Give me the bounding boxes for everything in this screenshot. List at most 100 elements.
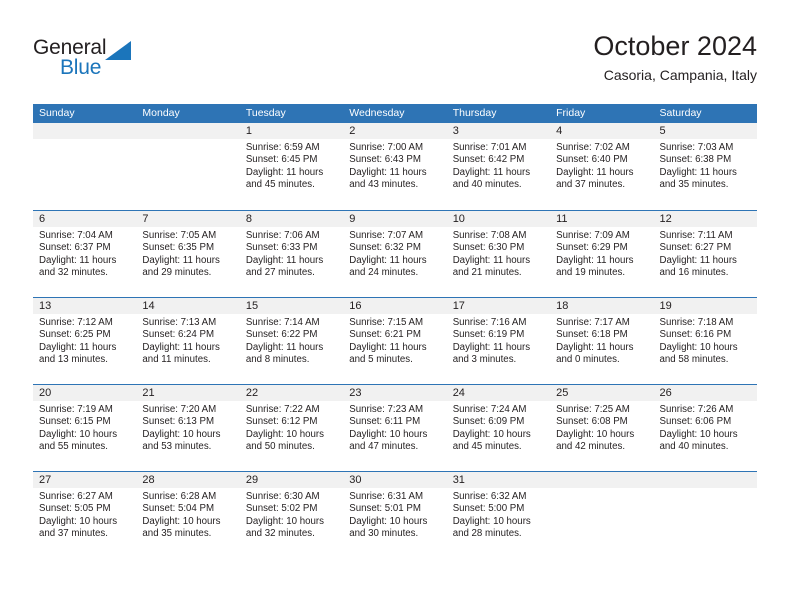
- daylight-text: Daylight: 11 hours and 40 minutes.: [452, 166, 531, 191]
- day-details: Sunrise: 6:32 AM Sunset: 5:00 PM Daylight:…: [447, 488, 550, 541]
- page-header: General Blue October 2024 Casoria, Campa…: [0, 0, 792, 100]
- daylight-text: Daylight: 10 hours and 53 minutes.: [142, 428, 221, 453]
- sunrise-text: Sunrise: 7:09 AM: [556, 230, 630, 241]
- sunset-text: Sunset: 6:30 PM: [452, 242, 525, 254]
- weekday-header-tuesday: Tuesday: [245, 107, 286, 119]
- daylight-text: Daylight: 10 hours and 32 minutes.: [245, 515, 324, 540]
- day-cell-5[interactable]: 5 Sunrise: 7:03 AM Sunset: 6:38 PM Daylight…: [653, 123, 757, 210]
- sunset-text: Sunset: 6:25 PM: [39, 329, 111, 341]
- day-cell-13[interactable]: 13 Sunrise: 7:12 AM Sunset: 6:25 PM Dayligh…: [33, 298, 137, 384]
- day-number: 3: [446, 123, 551, 139]
- day-number: 31: [446, 472, 551, 488]
- day-number: 5: [653, 123, 757, 139]
- day-number: 27: [33, 472, 137, 488]
- day-details: Sunrise: 7:07 AM Sunset: 6:32 PM Daylight:…: [343, 227, 446, 280]
- day-cell-9[interactable]: 9 Sunrise: 7:07 AM Sunset: 6:32 PM Daylight…: [343, 211, 447, 297]
- daylight-text: Daylight: 11 hours and 21 minutes.: [452, 254, 531, 279]
- day-cell-30[interactable]: 30 Sunrise: 6:31 AM Sunset: 5:01 PM Dayligh…: [343, 472, 447, 558]
- day-cell-28[interactable]: 28 Sunrise: 6:28 AM Sunset: 5:04 PM Dayligh…: [136, 472, 240, 558]
- weekday-header-friday: Friday: [556, 107, 586, 119]
- day-cell-16[interactable]: 16 Sunrise: 7:15 AM Sunset: 6:21 PM Dayligh…: [343, 298, 447, 384]
- sunset-text: Sunset: 6:21 PM: [349, 329, 421, 341]
- day-cell-23[interactable]: 23 Sunrise: 7:23 AM Sunset: 6:11 PM Dayligh…: [343, 385, 447, 471]
- sunset-text: Sunset: 6:18 PM: [556, 329, 628, 341]
- sunrise-text: Sunrise: 7:16 AM: [452, 317, 527, 328]
- day-cell-21[interactable]: 21 Sunrise: 7:20 AM Sunset: 6:13 PM Dayligh…: [136, 385, 240, 471]
- sunrise-text: Sunrise: 7:12 AM: [39, 317, 113, 328]
- day-cell-15[interactable]: 15 Sunrise: 7:14 AM Sunset: 6:22 PM Dayligh…: [239, 298, 344, 384]
- calendar-week-row: 27 Sunrise: 6:27 AM Sunset: 5:05 PM Dayligh…: [33, 471, 757, 558]
- calendar-week-row: 1 Sunrise: 6:59 AM Sunset: 6:45 PM Daylight…: [33, 123, 757, 210]
- sunset-text: Sunset: 6:22 PM: [245, 329, 318, 341]
- sunset-text: Sunset: 6:19 PM: [452, 329, 525, 341]
- sunrise-text: Sunrise: 7:19 AM: [39, 404, 113, 415]
- day-cell-1[interactable]: 1 Sunrise: 6:59 AM Sunset: 6:45 PM Daylight…: [239, 123, 344, 210]
- day-details: Sunrise: 7:04 AM Sunset: 6:37 PM Daylight:…: [33, 227, 136, 280]
- weekday-header-row: Sunday Monday Tuesday Wednesday Thursday Frid…: [33, 104, 757, 123]
- day-cell-31[interactable]: 31 Sunrise: 6:32 AM Sunset: 5:00 PM Dayligh…: [446, 472, 551, 558]
- day-cell-6[interactable]: 6 Sunrise: 7:04 AM Sunset: 6:37 PM Daylight…: [33, 211, 137, 297]
- day-details: Sunrise: 6:30 AM Sunset: 5:02 PM Daylight:…: [240, 488, 343, 541]
- weekday-header-thursday: Thursday: [452, 107, 497, 119]
- day-cell-18[interactable]: 18 Sunrise: 7:17 AM Sunset: 6:18 PM Dayligh…: [550, 298, 654, 384]
- sunrise-text: Sunrise: 7:22 AM: [245, 404, 320, 415]
- page-subtitle: Casoria, Campania, Italy: [603, 67, 757, 83]
- sunset-text: Sunset: 6:33 PM: [245, 242, 318, 254]
- sunrise-text: Sunrise: 7:07 AM: [349, 230, 424, 241]
- day-cell-17[interactable]: 17 Sunrise: 7:16 AM Sunset: 6:19 PM Dayligh…: [446, 298, 551, 384]
- day-number: 7: [136, 211, 240, 227]
- day-cell-3[interactable]: 3 Sunrise: 7:01 AM Sunset: 6:42 PM Daylight…: [446, 123, 551, 210]
- sunrise-text: Sunrise: 7:11 AM: [659, 230, 733, 241]
- sunrise-text: Sunrise: 7:06 AM: [245, 230, 320, 241]
- sunset-text: Sunset: 6:42 PM: [452, 154, 525, 166]
- day-details: Sunrise: 7:03 AM Sunset: 6:38 PM Daylight:…: [654, 139, 757, 192]
- day-cell-25[interactable]: 25 Sunrise: 7:25 AM Sunset: 6:08 PM Dayligh…: [550, 385, 654, 471]
- sunset-text: Sunset: 6:38 PM: [659, 154, 732, 166]
- day-cell-8[interactable]: 8 Sunrise: 7:06 AM Sunset: 6:33 PM Daylight…: [239, 211, 344, 297]
- sunrise-text: Sunrise: 7:15 AM: [349, 317, 424, 328]
- day-cell-10[interactable]: 10 Sunrise: 7:08 AM Sunset: 6:30 PM Dayligh…: [446, 211, 551, 297]
- day-cell-19[interactable]: 19 Sunrise: 7:18 AM Sunset: 6:16 PM Dayligh…: [653, 298, 757, 384]
- triangle-icon: [105, 41, 131, 60]
- day-details: Sunrise: 7:16 AM Sunset: 6:19 PM Daylight:…: [447, 314, 550, 367]
- day-number: 18: [550, 298, 654, 314]
- daylight-text: Daylight: 10 hours and 55 minutes.: [39, 428, 118, 453]
- sunrise-text: Sunrise: 7:03 AM: [659, 142, 734, 153]
- day-cell-27[interactable]: 27 Sunrise: 6:27 AM Sunset: 5:05 PM Dayligh…: [33, 472, 137, 558]
- day-cell-4[interactable]: 4 Sunrise: 7:02 AM Sunset: 6:40 PM Daylight…: [550, 123, 654, 210]
- sunset-text: Sunset: 5:01 PM: [349, 503, 421, 515]
- daylight-text: Daylight: 11 hours and 11 minutes.: [142, 341, 220, 366]
- calendar-page: General Blue October 2024 Casoria, Campa…: [0, 0, 792, 612]
- daylight-text: Daylight: 11 hours and 13 minutes.: [39, 341, 117, 366]
- day-number: 12: [653, 211, 757, 227]
- day-cell-empty: [136, 123, 240, 210]
- day-cell-14[interactable]: 14 Sunrise: 7:13 AM Sunset: 6:24 PM Dayligh…: [136, 298, 240, 384]
- day-number: 9: [343, 211, 447, 227]
- day-details: Sunrise: 6:59 AM Sunset: 6:45 PM Daylight:…: [240, 139, 343, 192]
- daylight-text: Daylight: 11 hours and 29 minutes.: [142, 254, 220, 279]
- day-cell-26[interactable]: 26 Sunrise: 7:26 AM Sunset: 6:06 PM Dayligh…: [653, 385, 757, 471]
- day-details: Sunrise: 7:17 AM Sunset: 6:18 PM Daylight:…: [550, 314, 653, 367]
- sunrise-text: Sunrise: 7:13 AM: [142, 317, 217, 328]
- general-blue-logo[interactable]: General Blue: [33, 36, 153, 82]
- day-cell-2[interactable]: 2 Sunrise: 7:00 AM Sunset: 6:43 PM Daylight…: [343, 123, 447, 210]
- day-number: 30: [343, 472, 447, 488]
- calendar-grid: Sunday Monday Tuesday Wednesday Thursday Frid…: [33, 104, 757, 558]
- sunrise-text: Sunrise: 7:14 AM: [245, 317, 320, 328]
- day-number: 10: [446, 211, 551, 227]
- sunset-text: Sunset: 6:13 PM: [142, 416, 215, 428]
- day-cell-22[interactable]: 22 Sunrise: 7:22 AM Sunset: 6:12 PM Dayligh…: [239, 385, 344, 471]
- sunset-text: Sunset: 6:08 PM: [556, 416, 628, 428]
- day-details: Sunrise: 7:22 AM Sunset: 6:12 PM Daylight:…: [240, 401, 343, 454]
- day-cell-24[interactable]: 24 Sunrise: 7:24 AM Sunset: 6:09 PM Dayligh…: [446, 385, 551, 471]
- sunset-text: Sunset: 5:02 PM: [245, 503, 318, 515]
- day-details: Sunrise: 6:31 AM Sunset: 5:01 PM Daylight:…: [343, 488, 446, 541]
- daylight-text: Daylight: 11 hours and 3 minutes.: [452, 341, 531, 366]
- day-cell-20[interactable]: 20 Sunrise: 7:19 AM Sunset: 6:15 PM Dayligh…: [33, 385, 137, 471]
- day-cell-29[interactable]: 29 Sunrise: 6:30 AM Sunset: 5:02 PM Dayligh…: [239, 472, 344, 558]
- day-cell-12[interactable]: 12 Sunrise: 7:11 AM Sunset: 6:27 PM Dayligh…: [653, 211, 757, 297]
- day-cell-7[interactable]: 7 Sunrise: 7:05 AM Sunset: 6:35 PM Daylight…: [136, 211, 240, 297]
- page-title: October 2024: [593, 31, 757, 61]
- day-cell-11[interactable]: 11 Sunrise: 7:09 AM Sunset: 6:29 PM Dayligh…: [550, 211, 654, 297]
- daylight-text: Daylight: 10 hours and 42 minutes.: [556, 428, 635, 453]
